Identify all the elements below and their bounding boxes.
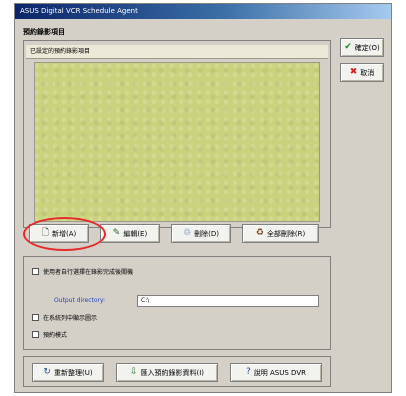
import-button[interactable]: ⇩ 匯入預約錄影資料(I): [116, 363, 218, 382]
list-column-header[interactable]: 已設定的預約錄影項目: [26, 45, 328, 59]
delete-icon: ♲: [183, 228, 192, 238]
section-title: 預約錄影項目: [23, 28, 65, 36]
schedule-mode-checkbox[interactable]: [32, 331, 39, 338]
shutdown-checkbox[interactable]: [32, 268, 39, 275]
schedule-list[interactable]: [34, 62, 320, 222]
refresh-icon: ↻: [43, 367, 51, 377]
bottom-button-panel: ↻ 重新整理(U) ⇩ 匯入預約錄影資料(I) ? 說明 ASUS DVR: [23, 356, 331, 387]
add-button-label: 新增(A): [51, 229, 77, 238]
delete-all-icon: ♻: [255, 228, 264, 238]
help-button-label: 說明 ASUS DVR: [253, 368, 306, 377]
ok-button-label: 確定(O): [354, 43, 380, 52]
tray-icon-option-label: 在系統列中顯示圖示: [43, 315, 98, 322]
tray-icon-checkbox[interactable]: [32, 314, 39, 321]
schedule-mode-option[interactable]: 預約模式: [32, 330, 67, 339]
delete-all-button-label: 全部刪除(R): [266, 229, 306, 238]
refresh-button-label: 重新整理(U): [53, 368, 93, 377]
cancel-button[interactable]: ✖ 取消: [340, 63, 384, 82]
options-panel: 使用者自行選擇在錄影完成後關機 Output directory: C:\ 在系…: [23, 256, 331, 350]
shutdown-option[interactable]: 使用者自行選擇在錄影完成後關機: [32, 267, 133, 276]
edit-icon: ✎: [112, 228, 121, 238]
output-directory-label: Output directory:: [54, 297, 106, 304]
output-directory-field[interactable]: C:\: [137, 295, 319, 307]
import-button-label: 匯入預約錄影資料(I): [140, 368, 205, 377]
delete-all-button[interactable]: ♻ 全部刪除(R): [242, 224, 319, 243]
title-bar[interactable]: ASUS Digital VCR Schedule Agent: [15, 4, 391, 19]
delete-button[interactable]: ♲ 刪除(D): [171, 224, 231, 243]
edit-button-label: 編輯(E): [123, 229, 148, 238]
delete-button-label: 刪除(D): [194, 229, 219, 238]
new-document-icon: 🗋: [41, 228, 49, 238]
schedule-mode-option-label: 預約模式: [43, 332, 68, 339]
schedule-list-panel: 已設定的預約錄影項目: [23, 40, 331, 228]
help-button[interactable]: ? 說明 ASUS DVR: [230, 363, 322, 382]
schedule-agent-window: ASUS Digital VCR Schedule Agent 預約錄影項目 已…: [14, 3, 392, 393]
shutdown-option-label: 使用者自行選擇在錄影完成後關機: [43, 269, 134, 276]
ok-button[interactable]: ✔ 確定(O): [340, 38, 384, 57]
add-button[interactable]: 🗋 新增(A): [29, 224, 89, 243]
cancel-button-label: 取消: [360, 68, 375, 77]
tray-icon-option[interactable]: 在系統列中顯示圖示: [32, 313, 97, 322]
checkmark-icon: ✔: [344, 42, 352, 52]
refresh-button[interactable]: ↻ 重新整理(U): [32, 363, 104, 382]
edit-button[interactable]: ✎ 編輯(E): [100, 224, 160, 243]
import-icon: ⇩: [129, 367, 138, 377]
close-icon: ✖: [349, 67, 358, 77]
help-icon: ?: [246, 367, 251, 377]
